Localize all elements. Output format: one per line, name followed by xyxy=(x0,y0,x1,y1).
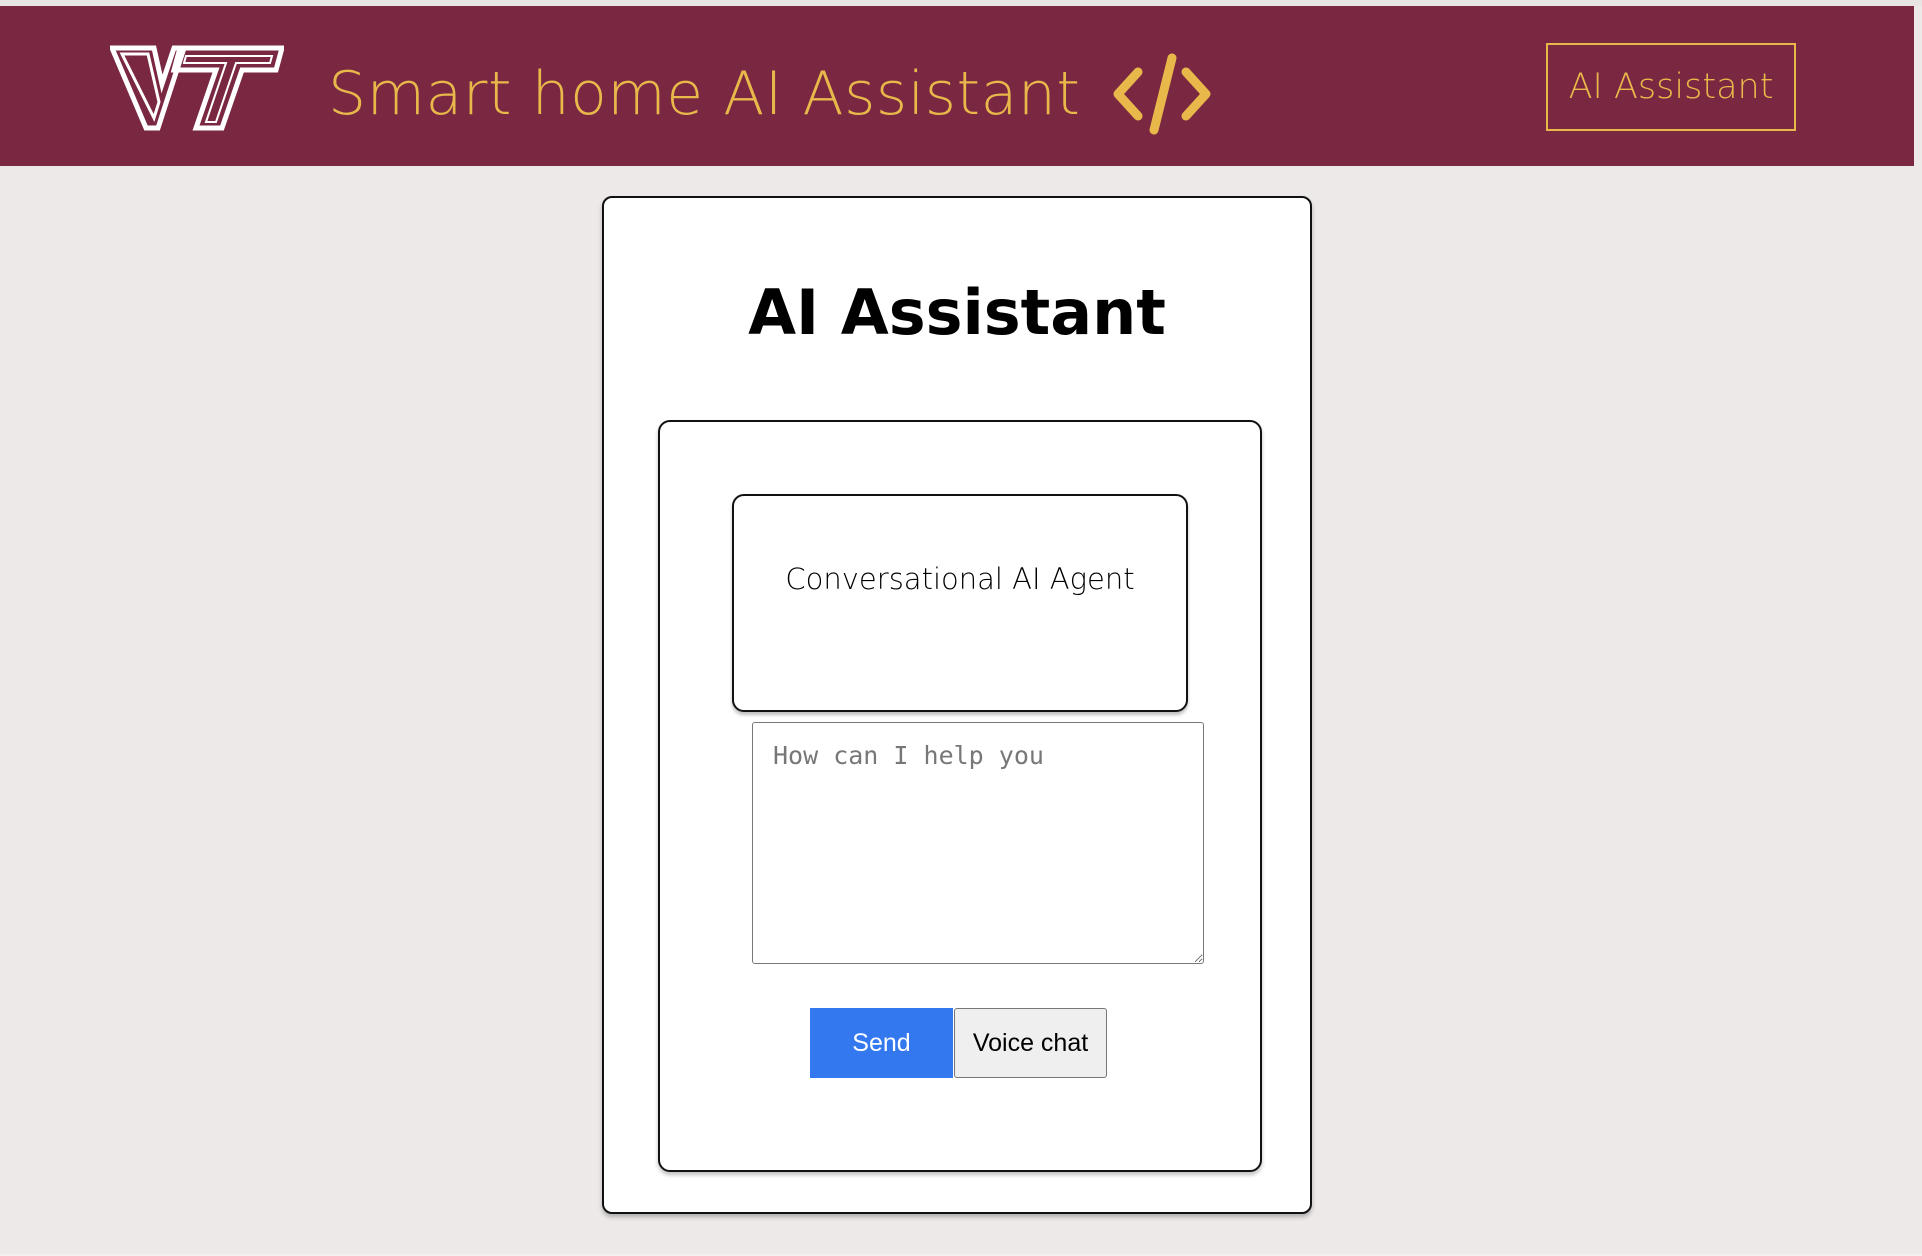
chat-panel: Conversational AI Agent Send Voice chat xyxy=(658,420,1262,1172)
site-title: Smart home AI Assistant xyxy=(328,50,1212,138)
site-title-text: Smart home AI Assistant xyxy=(328,59,1081,129)
agent-label: Conversational AI Agent xyxy=(785,562,1135,596)
agent-response-box: Conversational AI Agent xyxy=(732,494,1188,712)
send-button[interactable]: Send xyxy=(810,1008,953,1078)
voice-chat-button[interactable]: Voice chat xyxy=(954,1008,1107,1078)
assistant-card: AI Assistant Conversational AI Agent Sen… xyxy=(602,196,1312,1214)
ai-assistant-nav-button[interactable]: AI Assistant xyxy=(1546,43,1796,131)
code-brackets-icon xyxy=(1113,53,1211,135)
vt-logo-icon xyxy=(110,45,284,131)
page-title: AI Assistant xyxy=(748,276,1166,349)
site-header: Smart home AI Assistant AI Assistant xyxy=(0,6,1914,166)
prompt-input[interactable] xyxy=(752,722,1204,964)
